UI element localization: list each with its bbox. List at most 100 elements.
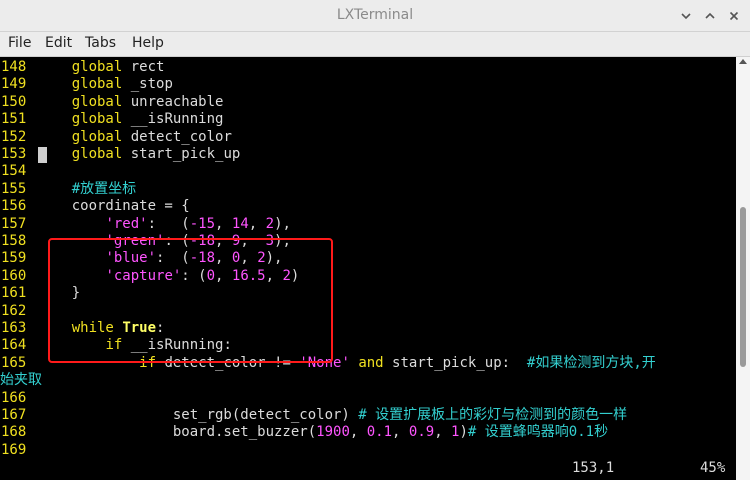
code-text: global _stop — [38, 76, 173, 92]
code-token: global — [71, 146, 123, 162]
code-token: 始夹取 — [0, 372, 42, 389]
line-number: 162 — [1, 302, 27, 319]
code-line: 156 coordinate = { — [0, 198, 190, 215]
code-token: #如果检测到方块,开 — [526, 354, 656, 371]
code-token: 0.9 — [408, 424, 435, 441]
menu-file[interactable]: File — [8, 35, 31, 51]
code-token: start_pick_up — [122, 146, 241, 162]
code-line: 153 global start_pick_up — [0, 146, 240, 163]
minimize-button[interactable] — [676, 6, 696, 26]
title-bar[interactable]: LXTerminal — [0, 0, 750, 32]
line-number: 166 — [1, 389, 27, 406]
menu-bar: File Edit Tabs Help — [0, 32, 750, 57]
line-number: 150 — [1, 93, 27, 110]
line-number: 156 — [1, 198, 27, 215]
code-token: global — [71, 76, 123, 93]
line-number: 164 — [1, 337, 27, 354]
code-token: global — [71, 59, 123, 75]
code-text: global rect — [38, 59, 165, 75]
line-number: 168 — [1, 424, 27, 441]
code-text: set_rgb(detect_color) # 设置扩展板上的彩灯与检测到的颜色… — [38, 407, 627, 423]
menu-tabs[interactable]: Tabs — [85, 35, 116, 51]
line-number: 160 — [1, 267, 27, 284]
menu-help[interactable]: Help — [132, 35, 164, 51]
code-token: global — [71, 93, 123, 110]
line-number: 167 — [1, 407, 27, 423]
code-token: # 设置扩展板上的彩灯与检测到的颜色一样 — [358, 407, 628, 423]
scroll-up-arrow-icon[interactable] — [739, 59, 747, 64]
code-line: 162 — [0, 303, 38, 320]
code-token: 1900 — [316, 424, 350, 441]
code-text: coordinate = { — [38, 198, 190, 214]
code-token: # 设置蜂鸣器响0.1秒 — [467, 424, 609, 441]
code-text: global detect_color — [38, 129, 232, 145]
code-text: 始夹取 — [0, 372, 42, 388]
line-number: 155 — [1, 180, 27, 197]
code-token: , — [215, 215, 232, 232]
menu-edit[interactable]: Edit — [45, 35, 72, 51]
code-token: 0.1 — [366, 424, 393, 441]
line-number: 149 — [1, 76, 27, 93]
code-token: 'red' — [105, 215, 148, 232]
terminal-area[interactable]: 169 168 board.set_buzzer(1900, 0.1, 0.9, … — [0, 57, 736, 480]
code-token: start_pick_up: — [383, 354, 527, 371]
code-line: 157 'red': (-15, 14, 2), — [0, 216, 291, 233]
code-token: global — [71, 111, 123, 128]
code-token: unreachable — [122, 93, 224, 110]
code-token: board.set_buzzer( — [38, 424, 317, 441]
line-number: 157 — [1, 215, 27, 232]
code-text: global unreachable — [38, 93, 224, 110]
code-token: __isRunning — [122, 111, 224, 128]
code-text: #放置坐标 — [38, 181, 136, 197]
maximize-button[interactable] — [700, 6, 720, 26]
scroll-percent: 45% — [700, 460, 726, 476]
scroll-thumb[interactable] — [740, 207, 746, 367]
line-number: 159 — [1, 250, 27, 267]
code-token: ), — [274, 215, 291, 232]
line-number: 165 — [1, 354, 27, 371]
lxterminal-window: LXTerminal File Edit Tabs Help 169 168 bo… — [0, 0, 750, 480]
code-token: coordinate = { — [38, 198, 190, 215]
code-line: 151 global __isRunning — [0, 111, 223, 128]
chevron-up-icon — [705, 12, 715, 19]
window-controls — [676, 6, 744, 26]
code-token: set_rgb(detect_color) — [38, 407, 359, 423]
code-text: global __isRunning — [38, 111, 224, 128]
code-token: , — [434, 424, 452, 441]
line-number: 148 — [1, 59, 27, 75]
code-token: -15 — [189, 215, 216, 232]
code-token: ) — [459, 424, 468, 441]
text-cursor — [38, 147, 47, 163]
code-line: 148 global rect — [0, 59, 164, 76]
code-line: 149 global _stop — [0, 76, 173, 93]
scrollbar[interactable] — [736, 57, 750, 480]
code-line: 168 board.set_buzzer(1900, 0.1, 0.9, 1)#… — [0, 424, 608, 441]
line-number: 151 — [1, 111, 27, 128]
code-token: : ( — [147, 215, 190, 232]
code-line: 150 global unreachable — [0, 94, 223, 111]
code-line: 152 global detect_color — [0, 129, 232, 146]
highlight-annotation-box — [48, 238, 333, 363]
line-number: 154 — [1, 163, 27, 180]
line-number: 169 — [1, 441, 27, 458]
close-button[interactable] — [724, 6, 744, 26]
chevron-down-icon — [681, 13, 691, 20]
line-number: 161 — [1, 285, 27, 302]
code-token: #放置坐标 — [71, 180, 137, 197]
code-line: 始夹取 — [0, 372, 42, 389]
code-line: 169 — [0, 442, 38, 459]
code-token: , — [248, 215, 266, 232]
code-token: 14 — [231, 215, 249, 232]
line-number: 153 — [1, 146, 27, 162]
line-number: 158 — [1, 233, 27, 249]
code-token: global — [71, 128, 123, 145]
code-token: , — [392, 424, 409, 441]
code-text: 'red': (-15, 14, 2), — [38, 215, 291, 232]
code-line: 167 set_rgb(detect_color) # 设置扩展板上的彩灯与检测… — [0, 407, 627, 424]
